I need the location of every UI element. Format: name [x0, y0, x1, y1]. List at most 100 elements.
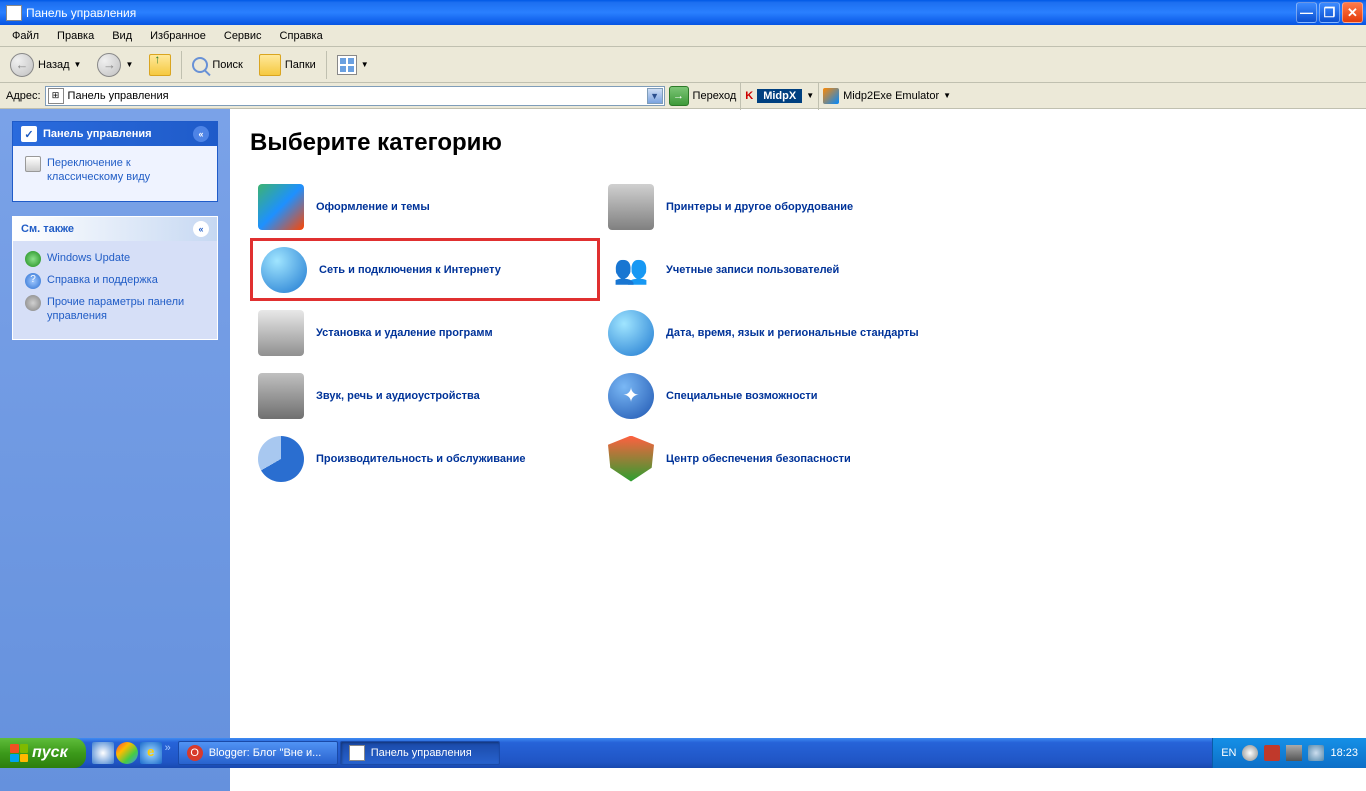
- sidebar-seealso-head[interactable]: См. также «: [13, 217, 217, 241]
- help-support-link[interactable]: ?Справка и поддержка: [25, 273, 205, 289]
- other-options-link[interactable]: Прочие параметры панели управления: [25, 295, 205, 324]
- category-label: Сеть и подключения к Интернету: [319, 264, 501, 276]
- start-button[interactable]: пуск: [0, 738, 86, 768]
- main-area: ✓ Панель управления « Переключение к кла…: [0, 109, 1366, 791]
- performance-icon: [258, 436, 304, 482]
- ext-k-icon: K: [745, 90, 753, 102]
- category-performance[interactable]: Производительность и обслуживание: [250, 427, 600, 490]
- back-button[interactable]: ← Назад ▼: [4, 50, 87, 80]
- tray-volume-icon[interactable]: [1308, 745, 1324, 761]
- back-icon: ←: [10, 53, 34, 77]
- globe-icon: [25, 251, 41, 267]
- address-label: Адрес:: [6, 90, 41, 102]
- users-icon: 👥: [608, 247, 654, 293]
- cp-icon: [349, 745, 365, 761]
- tray-icon[interactable]: [1264, 745, 1280, 761]
- go-label: Переход: [693, 90, 737, 102]
- back-label: Назад: [38, 59, 70, 71]
- gear-icon: [25, 295, 41, 311]
- category-security[interactable]: Центр обеспечения безопасности: [600, 427, 950, 490]
- forward-button[interactable]: → ▼: [91, 50, 139, 80]
- lang-indicator[interactable]: EN: [1221, 747, 1236, 759]
- clock[interactable]: 18:23: [1330, 747, 1358, 759]
- category-label: Центр обеспечения безопасности: [666, 453, 851, 465]
- search-label: Поиск: [212, 59, 242, 71]
- ql-chrome-icon[interactable]: [116, 742, 138, 764]
- title-bar: ⊞ Панель управления — ❐ ✕: [0, 0, 1366, 25]
- search-icon: [192, 57, 208, 73]
- search-button[interactable]: Поиск: [186, 50, 248, 80]
- ql-desktop-icon[interactable]: [92, 742, 114, 764]
- taskbar-button-controlpanel[interactable]: Панель управления: [340, 741, 500, 765]
- menu-tools[interactable]: Сервис: [216, 27, 270, 45]
- category-printers[interactable]: Принтеры и другое оборудование: [600, 175, 950, 238]
- network-icon: [261, 247, 307, 293]
- folders-label: Папки: [285, 59, 316, 71]
- address-dropdown[interactable]: ▼: [647, 88, 663, 104]
- menu-file[interactable]: Файл: [4, 27, 47, 45]
- accessibility-icon: ✦: [608, 373, 654, 419]
- ext-emulator[interactable]: Midp2Exe Emulator: [843, 90, 939, 102]
- ext-midpx[interactable]: MidpX: [757, 89, 802, 103]
- taskbar-button-blogger[interactable]: O Blogger: Блог "Вне и...: [178, 741, 338, 765]
- system-tray: EN 18:23: [1212, 738, 1366, 768]
- category-themes[interactable]: Оформление и темы: [250, 175, 600, 238]
- ql-ie-icon[interactable]: e: [140, 742, 162, 764]
- category-label: Установка и удаление программ: [316, 327, 493, 339]
- category-programs[interactable]: Установка и удаление программ: [250, 301, 600, 364]
- folders-icon: [259, 54, 281, 76]
- ql-expand[interactable]: »: [164, 742, 172, 764]
- chevron-up-icon[interactable]: «: [193, 221, 209, 237]
- minimize-button[interactable]: —: [1296, 2, 1317, 23]
- security-icon: [608, 436, 654, 482]
- address-value: Панель управления: [68, 90, 169, 102]
- switch-classic-label: Переключение к классическому виду: [47, 156, 205, 185]
- printers-icon: [608, 184, 654, 230]
- address-field[interactable]: ⊞ Панель управления ▼: [45, 86, 665, 106]
- sidebar-panel-control: ✓ Панель управления « Переключение к кла…: [12, 121, 218, 202]
- address-bar: Адрес: ⊞ Панель управления ▼ → Переход K…: [0, 83, 1366, 109]
- sidebar-panel-seealso: См. также « Windows Update ?Справка и по…: [12, 216, 218, 341]
- category-label: Производительность и обслуживание: [316, 453, 526, 465]
- menu-help[interactable]: Справка: [272, 27, 331, 45]
- category-datetime[interactable]: Дата, время, язык и региональные стандар…: [600, 301, 950, 364]
- page-title: Выберите категорию: [250, 129, 1346, 157]
- seealso-title: См. также: [21, 223, 74, 235]
- folders-button[interactable]: Папки: [253, 50, 322, 80]
- help-icon: ?: [25, 273, 41, 289]
- start-label: пуск: [32, 744, 68, 762]
- category-accessibility[interactable]: ✦ Специальные возможности: [600, 364, 950, 427]
- window-title: Панель управления: [26, 6, 136, 20]
- up-button[interactable]: ↑: [143, 50, 177, 80]
- chevron-up-icon[interactable]: «: [193, 126, 209, 142]
- menu-favorites[interactable]: Избранное: [142, 27, 214, 45]
- category-label: Принтеры и другое оборудование: [666, 201, 853, 213]
- content-area: Выберите категорию Оформление и темы Прин…: [230, 109, 1366, 791]
- ext2-icon: [823, 88, 839, 104]
- datetime-icon: [608, 310, 654, 356]
- check-icon: ✓: [21, 126, 37, 142]
- close-button[interactable]: ✕: [1342, 2, 1363, 23]
- windows-logo-icon: [10, 744, 28, 762]
- forward-icon: →: [97, 53, 121, 77]
- sidebar-panel-head[interactable]: ✓ Панель управления «: [13, 122, 217, 146]
- quick-launch: e »: [86, 742, 178, 764]
- sound-icon: [258, 373, 304, 419]
- tray-icon[interactable]: [1286, 745, 1302, 761]
- switch-classic-link[interactable]: Переключение к классическому виду: [25, 156, 205, 185]
- category-sound[interactable]: Звук, речь и аудиоустройства: [250, 364, 600, 427]
- sidebar-panel-title: Панель управления: [43, 128, 152, 140]
- views-button[interactable]: ▼: [331, 50, 375, 80]
- tray-icon[interactable]: [1242, 745, 1258, 761]
- opera-icon: O: [187, 745, 203, 761]
- windows-update-link[interactable]: Windows Update: [25, 251, 205, 267]
- maximize-button[interactable]: ❐: [1319, 2, 1340, 23]
- go-button[interactable]: →: [669, 86, 689, 106]
- toolbar: ← Назад ▼ → ▼ ↑ Поиск Папки ▼: [0, 47, 1366, 83]
- category-users[interactable]: 👥Учетные записи пользователей: [600, 238, 950, 301]
- menu-view[interactable]: Вид: [104, 27, 140, 45]
- menu-edit[interactable]: Правка: [49, 27, 102, 45]
- category-network[interactable]: Сеть и подключения к Интернету: [250, 238, 600, 301]
- category-label: Специальные возможности: [666, 390, 818, 402]
- menu-bar: Файл Правка Вид Избранное Сервис Справка: [0, 25, 1366, 47]
